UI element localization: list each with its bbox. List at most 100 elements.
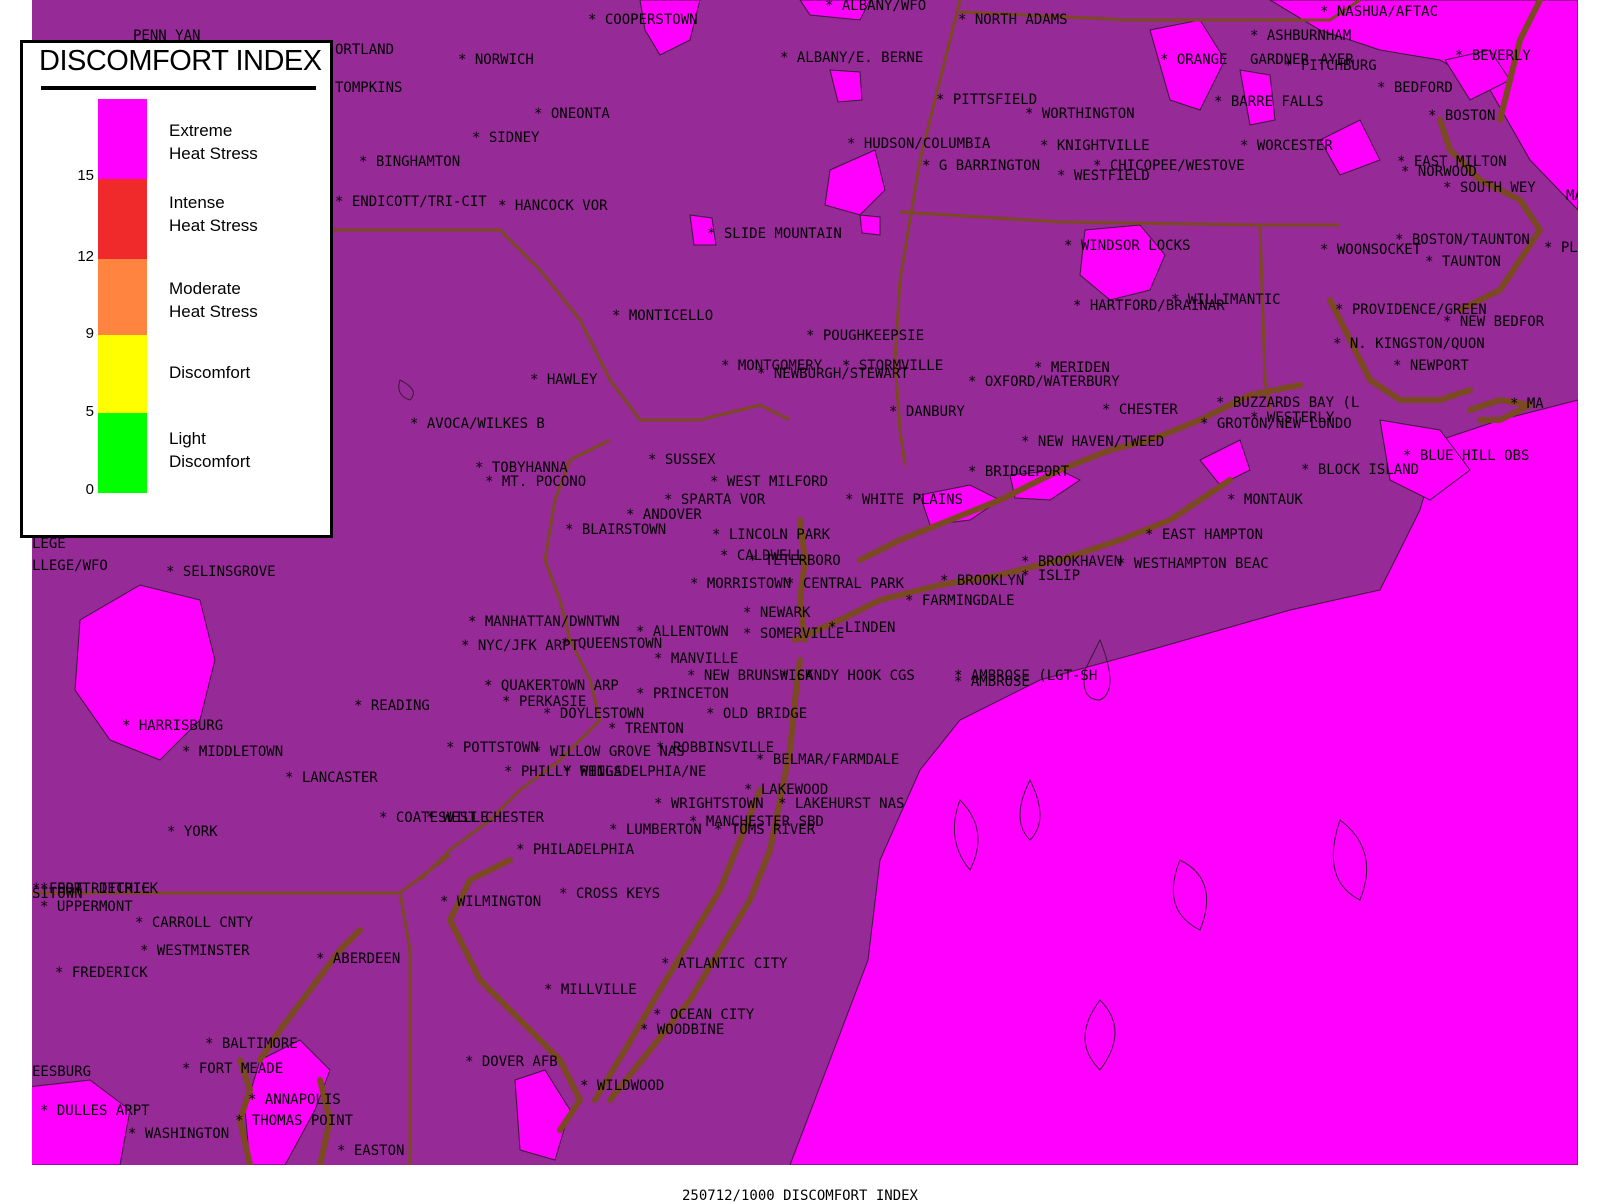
station-label: LLEGE/WFO [32,558,108,574]
station-label: * GROTON/NEW LONDO [1200,416,1352,432]
swatch-moderate-heat-stress [98,259,147,335]
station-label: * WRIGHTSTOWN [654,796,764,812]
station-label: ORTLAND [335,42,394,58]
station-label: * MILLVILLE [544,982,637,998]
station-label: * OLD BRIDGE [706,706,807,722]
station-label: * WOODBINE [640,1022,724,1038]
station-label: * BUZZARDS BAY (L [1216,395,1359,411]
station-label: * WOONSOCKET [1320,242,1422,258]
station-label: * PITTSFIELD [936,92,1037,108]
station-label: * UPPERMONT [40,899,133,915]
station-label: * FARMINGDALE [905,593,1015,609]
station-label: * HANCOCK VOR [498,198,608,214]
station-label: * KNIGHTVILLE [1040,138,1150,154]
legend-title-underline [41,86,316,90]
station-label: * COOPERSTOWN [588,12,698,28]
station-label: * BEDFORD [1377,80,1453,96]
station-label: * BINGHAMTON [359,154,460,170]
station-label: * SOUTH WEY [1443,180,1536,196]
station-label: * MANHATTAN/DWNTWN [468,614,620,630]
station-label: * TETERBORO [748,553,841,569]
station-label: * POTTSTOWN [446,740,539,756]
swatch-light-discomfort [98,413,147,493]
station-label: * POUGHKEEPSIE [806,328,924,344]
station-label: * BRIDGEPORT [968,464,1070,480]
station-label: * SIDNEY [472,130,540,146]
station-label: * LINCOLN PARK [712,527,831,543]
station-label: * WILLIMANTIC [1171,292,1281,308]
station-label: * FITCHBURG [1284,58,1377,74]
station-label: * PHILADELPHIA/NE [563,764,706,780]
station-label: * CENTRAL PARK [786,576,905,592]
station-label: * LAKEHURST NAS [778,796,904,812]
station-label: * NASHUA/AFTAC [1320,4,1438,20]
station-label: * MONTICELLO [612,308,713,324]
station-label: * WINDSOR LOCKS [1064,238,1190,254]
station-label: * SELINSGROVE [166,564,276,580]
station-label: * BLUE HILL OBS [1403,448,1529,464]
station-label: * ALBANY/E. BERNE [780,50,923,66]
tick-0: 0 [85,481,94,498]
station-label: * SANDY HOOK CGS [780,668,915,684]
station-label: * BELMAR/FARMDALE [756,752,899,768]
station-label: * QUAKERTOWN ARP [484,678,619,694]
station-label: * ANNAPOLIS [248,1092,341,1108]
station-label: * DANBURY [889,404,965,420]
station-label: * ATLANTIC CITY [661,956,788,972]
station-label: * WESTMINSTER [140,943,250,959]
station-label: * TAUNTON [1425,254,1501,270]
station-label: * NEWPORT [1393,358,1469,374]
station-label: * MA [1510,396,1544,412]
station-label: * WHITE PLAINS [845,492,963,508]
swatch-extreme-heat-stress [98,99,147,179]
station-label: * FORT MEADE [182,1061,283,1077]
legend-panel: DISCOMFORT INDEX Extreme Heat Stress Int… [20,40,333,538]
label-intense-heat-stress: Intense Heat Stress [169,193,258,235]
station-label: * BROOKLYN [940,573,1024,589]
station-label: * TOMS RIVER [714,822,816,838]
station-label: * HAWLEY [530,372,598,388]
station-label: * WEST CHESTER [426,810,545,826]
station-label: * EASTON [337,1143,404,1159]
station-label: * WORCESTER [1240,138,1333,154]
station-label: * SPARTA VOR [664,492,766,508]
tick-5: 5 [85,403,94,420]
station-label: * HARRISBURG [122,718,223,734]
label-light-discomfort: Light Discomfort [169,429,251,471]
station-label: * WORTHINGTON [1025,106,1135,122]
station-label: * EAST HAMPTON [1145,527,1263,543]
station-label: * SLIDE MOUNTAIN [707,226,842,242]
station-label: * WEST MILFORD [710,474,828,490]
station-label: * READING [354,698,430,714]
label-discomfort: Discomfort [169,363,251,382]
station-label: * BEVERLY [1455,48,1531,64]
station-label: * MORRISTOWN [690,576,791,592]
station-label: * PRINCETON [636,686,729,702]
station-label: * FREDERICK [55,965,148,981]
station-label: * CARROLL CNTY [135,915,254,931]
station-label: * NORWOOD [1401,164,1477,180]
station-label: * LANCASTER [285,770,378,786]
station-label: * ENDICOTT/TRI-CIT [335,194,487,210]
tick-9: 9 [85,325,94,342]
station-label: * DOVER AFB [465,1054,558,1070]
station-label: * OCEAN CITY [653,1007,755,1023]
station-label: * ONEONTA [534,106,610,122]
station-label: * THOMAS POINT [235,1113,354,1129]
legend-title: DISCOMFORT INDEX [39,45,322,77]
station-label: * WESTHAMPTON BEAC [1117,556,1269,572]
station-label: LEGE [32,536,66,552]
tick-12: 12 [77,248,94,265]
station-label: * BLOCK ISLAND [1301,462,1419,478]
station-label: * NEW BEDFOR [1443,314,1545,330]
station-label: * NEW HAVEN/TWEED [1021,434,1164,450]
station-label: * LINDEN [828,620,895,636]
station-label: * G BARRINGTON [922,158,1040,174]
station-label: * BOSTON [1428,108,1495,124]
station-label: * MT. POCONO [485,474,586,490]
station-label: * N. KINGSTON/QUON [1333,336,1485,352]
station-label: * CHESTER [1102,402,1178,418]
station-label: * AVOCA/WILKES B [410,416,545,432]
station-label: * BALTIMORE [205,1036,298,1052]
station-label: * DOYLESTOWN [543,706,644,722]
